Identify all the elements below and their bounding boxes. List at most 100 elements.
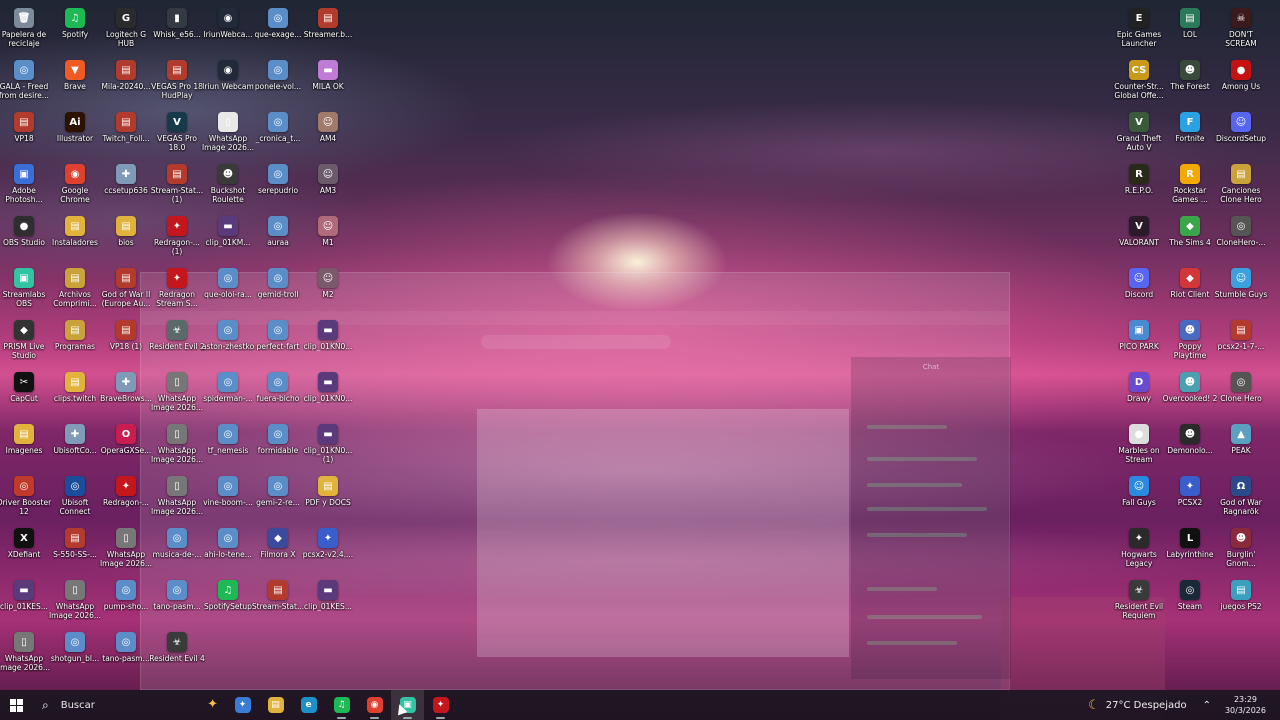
desktop-icon[interactable]: ◆ The Sims 4: [1162, 212, 1218, 264]
desktop-icon[interactable]: ▮ Whisk_e56...: [149, 4, 205, 56]
desktop-icon[interactable]: ☻ Buckshot Roulette: [200, 160, 256, 212]
desktop-icon[interactable]: ▬ clip_01KES...: [0, 576, 52, 628]
desktop-icon[interactable]: ◎ CloneHero-...: [1213, 212, 1269, 264]
desktop-icon[interactable]: ◎ tano-pasm...: [98, 628, 154, 680]
desktop-icon[interactable]: ◎ serepudrio: [250, 160, 306, 212]
desktop-icon[interactable]: ▤ bios: [98, 212, 154, 264]
taskbar-search-box[interactable]: ⌕ Buscar ✦: [32, 690, 222, 720]
desktop-icon[interactable]: ▤ juegos PS2: [1213, 576, 1269, 628]
desktop-icon[interactable]: ▤ clips.twitch: [47, 368, 103, 420]
desktop-icon[interactable]: ▤ PDF y DOCS: [300, 472, 356, 524]
desktop-icon[interactable]: ▤ pcsx2-1-7-...: [1213, 316, 1269, 368]
desktop-icon[interactable]: ◆ PRISM Live Studio: [0, 316, 52, 368]
desktop-icon[interactable]: ▯ WhatsApp Image 2026...: [200, 108, 256, 160]
desktop-icon[interactable]: ▤ Stream-Stat...: [250, 576, 306, 628]
desktop-icon[interactable]: ▤ VP18: [0, 108, 52, 160]
desktop-icon[interactable]: ◎ vine-boom-...: [200, 472, 256, 524]
desktop-icon[interactable]: ☺ AM4: [300, 108, 356, 160]
desktop-icon[interactable]: ◎ pump-sho...: [98, 576, 154, 628]
desktop-icon[interactable]: ◎ _cronica_t...: [250, 108, 306, 160]
desktop-icon[interactable]: ▯ WhatsApp Image 2026...: [47, 576, 103, 628]
desktop-icon[interactable]: ▤ Instaladores: [47, 212, 103, 264]
desktop-icon[interactable]: ◎ tano-pasm...: [149, 576, 205, 628]
desktop-icon[interactable]: ▣ PICO PARK: [1111, 316, 1167, 368]
desktop-icon[interactable]: ☺ M2: [300, 264, 356, 316]
weather-widget[interactable]: ☾ 27°C Despejado: [1088, 698, 1186, 713]
desktop-icon[interactable]: ▤ LOL: [1162, 4, 1218, 56]
desktop-icon[interactable]: ▬ clip_01KN0... (1): [300, 420, 356, 472]
desktop-icon[interactable]: ◎ gemid-troll: [250, 264, 306, 316]
desktop-icon[interactable]: ▤ Streamer.b...: [300, 4, 356, 56]
start-button[interactable]: [0, 690, 32, 720]
desktop-icon[interactable]: ◎ ponele-vol...: [250, 56, 306, 108]
desktop-icon[interactable]: ▤ Mila-20240...: [98, 56, 154, 108]
desktop-icon[interactable]: ◉ Google Chrome: [47, 160, 103, 212]
desktop-icon[interactable]: O OperaGXSe...: [98, 420, 154, 472]
desktop-icon[interactable]: ◎ shotgun_bl...: [47, 628, 103, 680]
desktop-icon[interactable]: ☺ Fall Guys: [1111, 472, 1167, 524]
desktop-icon[interactable]: ◆ Riot Client: [1162, 264, 1218, 316]
desktop-icon[interactable]: ☺ Stumble Guys: [1213, 264, 1269, 316]
desktop-icon[interactable]: ▤ Stream-Stat... (1): [149, 160, 205, 212]
taskbar-app-button[interactable]: ▤: [259, 690, 292, 720]
desktop-icon[interactable]: ◎ GALA - Freed from desire...: [0, 56, 52, 108]
desktop-icon[interactable]: ▬ clip_01KES...: [300, 576, 356, 628]
desktop-icon[interactable]: ▤ Archivos Comprimi...: [47, 264, 103, 316]
desktop-icon[interactable]: ☻ Demonolo...: [1162, 420, 1218, 472]
desktop-icon[interactable]: ◎ Clone Hero: [1213, 368, 1269, 420]
desktop-icon[interactable]: ✦ Redragon-...: [98, 472, 154, 524]
desktop-icon[interactable]: ◉ Iriun Webcam: [200, 56, 256, 108]
desktop-icon[interactable]: ✂ CapCut: [0, 368, 52, 420]
desktop-icon[interactable]: ▤ Canciones Clone Hero: [1213, 160, 1269, 212]
desktop-icon[interactable]: F Fortnite: [1162, 108, 1218, 160]
desktop-icon[interactable]: ◎ Steam: [1162, 576, 1218, 628]
desktop-icon[interactable]: G Logitech G HUB: [98, 4, 154, 56]
desktop-icon[interactable]: ✚ UbisoftCo...: [47, 420, 103, 472]
desktop-icon[interactable]: ▬ MILA OK: [300, 56, 356, 108]
desktop-icon[interactable]: ✦ Redragon-... (1): [149, 212, 205, 264]
desktop-icon[interactable]: E Epic Games Launcher: [1111, 4, 1167, 56]
desktop-icon[interactable]: ● OBS Studio: [0, 212, 52, 264]
desktop-icon[interactable]: ▬ clip_01KN0...: [300, 368, 356, 420]
desktop-icon[interactable]: V Grand Theft Auto V: [1111, 108, 1167, 160]
desktop-icon[interactable]: ◎ fuera-bicho: [250, 368, 306, 420]
desktop-icon[interactable]: ▤ Imagenes: [0, 420, 52, 472]
desktop-icon[interactable]: ▲ PEAK: [1213, 420, 1269, 472]
desktop-icon[interactable]: ✚ BraveBrows...: [98, 368, 154, 420]
desktop-icon[interactable]: ☣ Resident Evil Requiem: [1111, 576, 1167, 628]
desktop-icon[interactable]: ☠ DON'T SCREAM: [1213, 4, 1269, 56]
desktop-icon[interactable]: ✦ PCSX2: [1162, 472, 1218, 524]
desktop-icon[interactable]: ◎ Ubisoft Connect: [47, 472, 103, 524]
desktop-icon[interactable]: ▯ WhatsApp Image 2026...: [149, 472, 205, 524]
desktop-icon[interactable]: ◎ perfect-fart: [250, 316, 306, 368]
taskbar-app-button[interactable]: ◉: [358, 690, 391, 720]
desktop-icon[interactable]: ◎ aston-zhestko: [200, 316, 256, 368]
desktop-icon[interactable]: ◎ tf_nemesis: [200, 420, 256, 472]
desktop-icon[interactable]: ☣ Resident Evil 4: [149, 628, 205, 680]
desktop-icon[interactable]: ◎ que-oloi-ra...: [200, 264, 256, 316]
desktop-icon[interactable]: ◎ auraa: [250, 212, 306, 264]
desktop-icon[interactable]: R Rockstar Games ...: [1162, 160, 1218, 212]
desktop-icon[interactable]: ▤ Programas: [47, 316, 103, 368]
desktop-icon[interactable]: ✦ pcsx2-v2.4....: [300, 524, 356, 576]
desktop-icon[interactable]: X XDefiant: [0, 524, 52, 576]
desktop-icon[interactable]: ◎ ahi-lo-tene...: [200, 524, 256, 576]
chevron-up-icon[interactable]: ⌃: [1203, 700, 1211, 711]
desktop-icon[interactable]: ▤ Twitch_Foll...: [98, 108, 154, 160]
desktop-icon[interactable]: ☣ Resident Evil 2: [149, 316, 205, 368]
desktop-icon[interactable]: ● Among Us: [1213, 56, 1269, 108]
browser-search-field[interactable]: [481, 335, 671, 349]
desktop-icon[interactable]: V VALORANT: [1111, 212, 1167, 264]
desktop-icon[interactable]: ☺ Discord: [1111, 264, 1167, 316]
desktop-icon[interactable]: ◎ que-exage...: [250, 4, 306, 56]
desktop-icon[interactable]: ▤ VP18 (1): [98, 316, 154, 368]
desktop-icon[interactable]: ▼ Brave: [47, 56, 103, 108]
desktop-icon[interactable]: CS Counter-Str... Global Offe...: [1111, 56, 1167, 108]
desktop-icon[interactable]: ✚ ccsetup636: [98, 160, 154, 212]
desktop-icon[interactable]: ✦ Hogwarts Legacy: [1111, 524, 1167, 576]
desktop-icon[interactable]: R R.E.P.O.: [1111, 160, 1167, 212]
desktop-icon[interactable]: ▬ clip_01KN0...: [300, 316, 356, 368]
desktop-icon[interactable]: D Drawy: [1111, 368, 1167, 420]
desktop-icon[interactable]: ☻ Overcooked! 2: [1162, 368, 1218, 420]
desktop-icon[interactable]: ◎ gemi-2-re...: [250, 472, 306, 524]
